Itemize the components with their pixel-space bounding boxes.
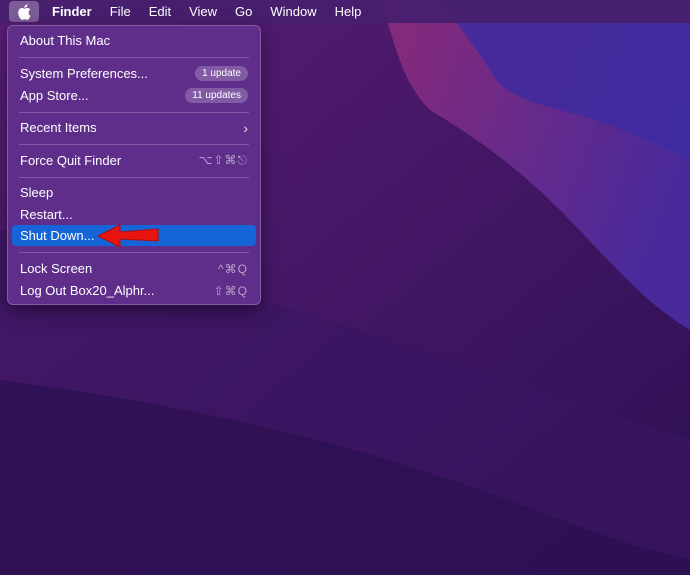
menu-edit[interactable]: Edit <box>140 0 180 23</box>
sleep-label: Sleep <box>20 185 54 200</box>
restart-label: Restart... <box>20 207 73 222</box>
menu-go[interactable]: Go <box>226 0 261 23</box>
app-store-update-badge: 11 updates <box>185 88 248 103</box>
red-arrow-icon <box>96 224 159 248</box>
app-store-item[interactable]: App Store... 11 updates <box>12 85 256 106</box>
about-this-mac-item[interactable]: About This Mac <box>12 30 256 51</box>
recent-items-item[interactable]: Recent Items › <box>12 117 256 138</box>
lock-screen-shortcut: ^⌘Q <box>218 261 248 276</box>
menu-separator <box>19 252 249 253</box>
system-preferences-item[interactable]: System Preferences... 1 update <box>12 63 256 84</box>
apple-menu-dropdown: About This Mac System Preferences... 1 u… <box>7 25 261 305</box>
menu-separator <box>19 57 249 58</box>
apple-menu-button[interactable] <box>9 1 39 22</box>
force-quit-label: Force Quit Finder <box>20 153 122 168</box>
sleep-item[interactable]: Sleep <box>12 182 256 203</box>
recent-items-label: Recent Items <box>20 120 97 135</box>
menu-help[interactable]: Help <box>326 0 371 23</box>
menu-view[interactable]: View <box>180 0 226 23</box>
log-out-label: Log Out Box20_Alphr... <box>20 283 155 298</box>
log-out-item[interactable]: Log Out Box20_Alphr... ⇧⌘Q <box>12 280 256 301</box>
menu-file[interactable]: File <box>101 0 140 23</box>
apple-icon <box>18 3 31 20</box>
system-preferences-update-badge: 1 update <box>195 66 248 81</box>
menu-finder[interactable]: Finder <box>39 0 101 23</box>
force-quit-shortcut: ⌥⇧⌘⎋ <box>198 153 248 167</box>
lock-screen-item[interactable]: Lock Screen ^⌘Q <box>12 258 256 279</box>
app-store-label: App Store... <box>20 88 89 103</box>
system-preferences-label: System Preferences... <box>20 66 148 81</box>
menu-window[interactable]: Window <box>261 0 325 23</box>
chevron-right-icon: › <box>243 119 248 136</box>
menu-separator <box>19 144 249 145</box>
log-out-shortcut: ⇧⌘Q <box>213 283 248 298</box>
menu-separator <box>19 177 249 178</box>
menu-separator <box>19 112 249 113</box>
menu-bar: Finder File Edit View Go Window Help <box>0 0 690 23</box>
lock-screen-label: Lock Screen <box>20 261 93 276</box>
force-quit-item[interactable]: Force Quit Finder ⌥⇧⌘⎋ <box>12 150 256 171</box>
about-this-mac-label: About This Mac <box>20 33 111 48</box>
